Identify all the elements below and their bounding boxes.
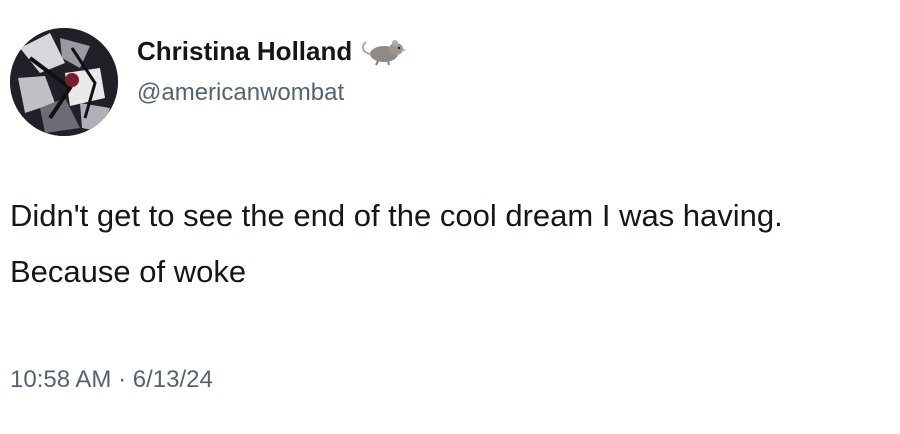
avatar-icon — [10, 28, 118, 136]
handle[interactable]: @americanwombat — [137, 78, 344, 108]
author-name-row: Christina Holland — [137, 34, 406, 68]
tweet-date[interactable]: 6/13/24 — [133, 366, 213, 393]
tweet-card: Christina Holland @americanwombat Didn't… — [0, 0, 900, 434]
meta-separator: · — [118, 366, 127, 393]
tweet-time[interactable]: 10:58 AM — [10, 366, 111, 393]
rat-icon — [362, 40, 406, 66]
tweet-text: Didn't get to see the end of the cool dr… — [10, 198, 783, 289]
tweet-meta: 10:58 AM · 6/13/24 — [10, 365, 213, 395]
avatar[interactable] — [10, 28, 118, 136]
display-name[interactable]: Christina Holland — [137, 35, 352, 67]
